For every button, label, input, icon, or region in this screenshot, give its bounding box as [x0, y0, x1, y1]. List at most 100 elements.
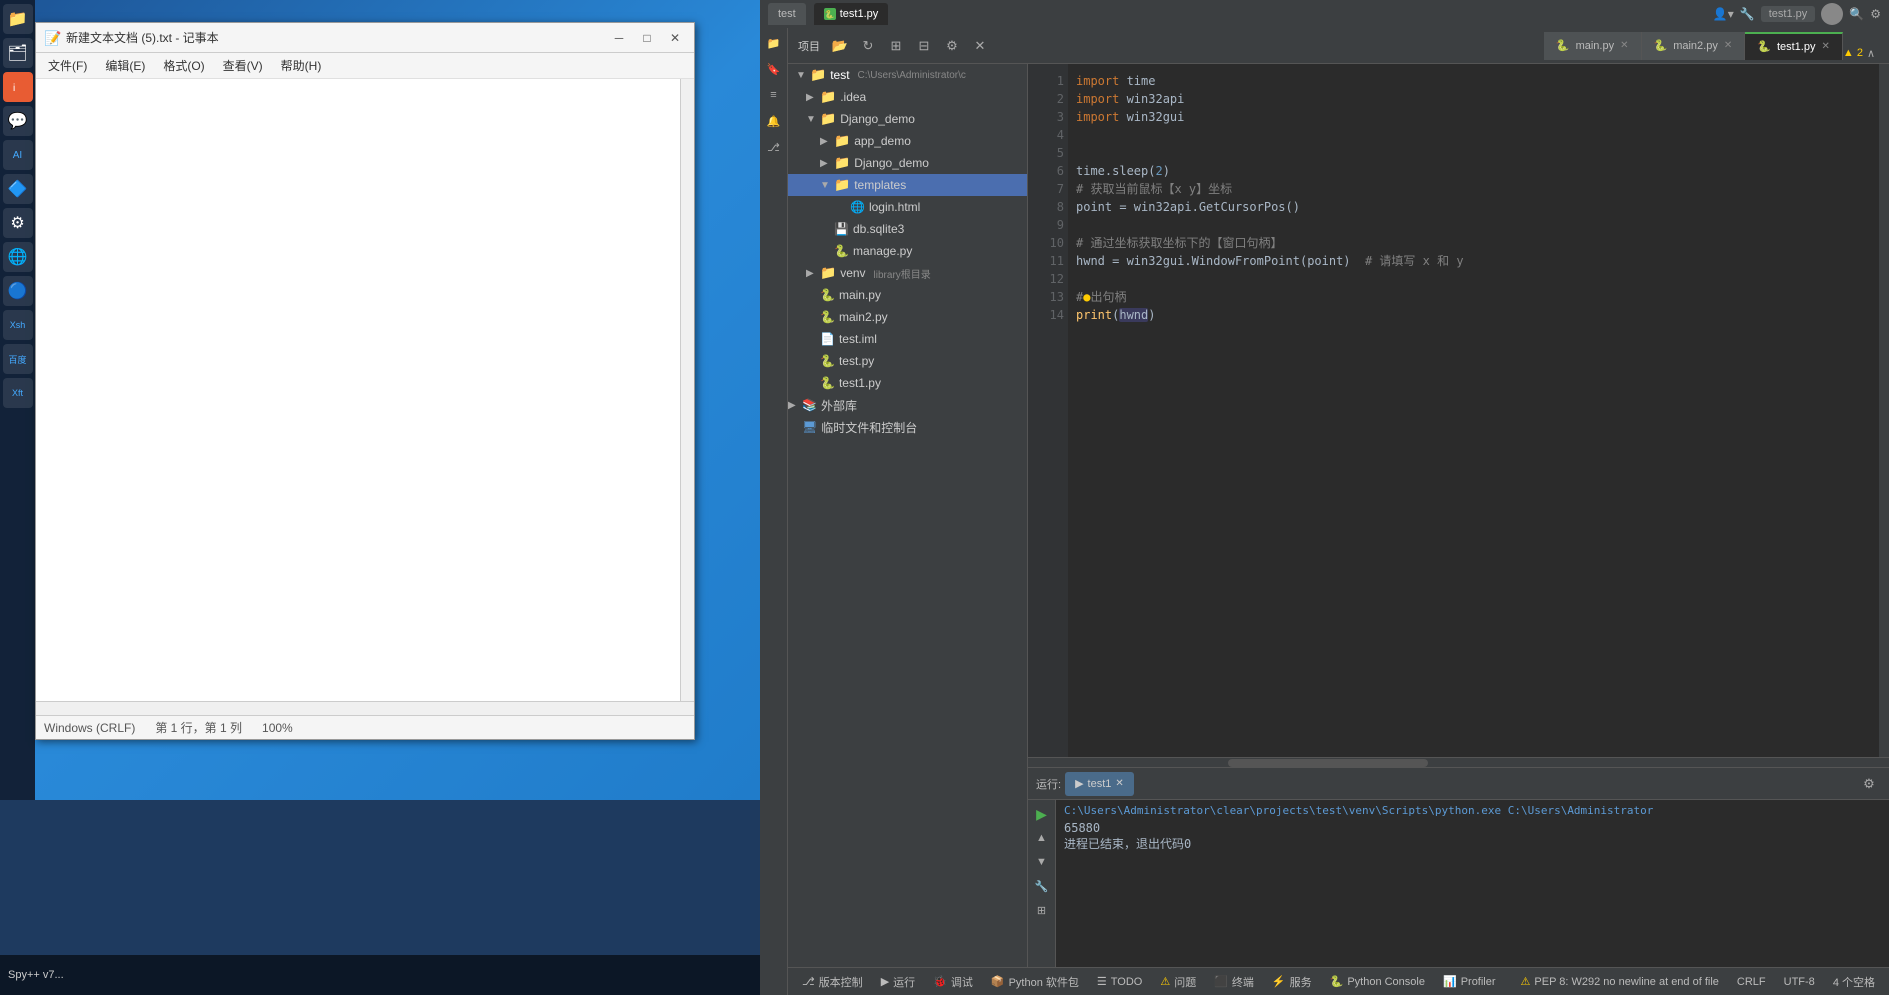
tree-item-test1-py[interactable]: 🐍 test1.py — [788, 372, 1027, 394]
toolbar-settings-btn[interactable]: ⚙ — [940, 34, 964, 58]
editor-tab-mainpy-label: main.py — [1576, 40, 1615, 52]
editor-tab-test1-py[interactable]: 🐍 test1.py ✕ — [1745, 32, 1843, 60]
notepad-content-area[interactable] — [36, 79, 694, 701]
notepad-minimize-button[interactable]: ─ — [608, 27, 630, 49]
line-num-13: 13 — [1032, 288, 1064, 306]
code-text-area[interactable]: import time import win32api import win32… — [1068, 64, 1879, 757]
appdemo-folder-icon: 📁 — [834, 133, 850, 149]
tree-item-django-sub[interactable]: ▶ 📁 Django_demo — [788, 152, 1027, 174]
left-bar-structure-btn[interactable]: ≡ — [763, 84, 785, 106]
run-tab-close[interactable]: ✕ — [1115, 778, 1123, 789]
toolbar-collapse-btn[interactable]: ⊟ — [912, 34, 936, 58]
tree-item-venv[interactable]: ▶ 📁 venv library根目录 — [788, 262, 1027, 284]
status-todo[interactable]: ☰ TODO — [1089, 971, 1150, 993]
status-debug[interactable]: 🐞 调试 — [925, 971, 981, 993]
tree-item-main2-py[interactable]: 🐍 main2.py — [788, 306, 1027, 328]
notepad-scrollbar-horizontal[interactable] — [36, 701, 694, 715]
editor-tab-main-py[interactable]: 🐍 main.py ✕ — [1544, 32, 1642, 60]
run-play-btn[interactable]: ▶ — [1032, 804, 1052, 824]
toolbar-folder-btn[interactable]: 📂 — [828, 34, 852, 58]
tree-item-idea[interactable]: ▶ 📁 .idea — [788, 86, 1027, 108]
notepad-edit-menu[interactable]: 编辑(E) — [97, 55, 153, 76]
tree-item-app-demo[interactable]: ▶ 📁 app_demo — [788, 130, 1027, 152]
status-problems[interactable]: ⚠ 问题 — [1152, 971, 1204, 993]
pycharm-title-tab-test1[interactable]: 🐍 test1.py — [814, 3, 889, 25]
tree-item-main-py[interactable]: 🐍 main.py — [788, 284, 1027, 306]
pycharm-settings-icon[interactable]: ⚙ — [1870, 7, 1881, 21]
status-services[interactable]: ⚡ 服务 — [1264, 971, 1320, 993]
root-path: C:\Users\Administrator\c — [858, 70, 966, 81]
left-bar-notification-btn[interactable]: 🔔 — [763, 110, 785, 132]
tree-item-temp-files[interactable]: 🖥 临时文件和控制台 — [788, 416, 1027, 438]
taskbar-icon-6[interactable]: ⚙ — [3, 208, 33, 238]
pycharm-search-glass-icon[interactable]: 🔍 — [1849, 7, 1864, 21]
pycharm-title-tab-test[interactable]: test — [768, 3, 806, 25]
taskbar-icon-7[interactable]: 🔵 — [3, 276, 33, 306]
code-content[interactable]: 1 2 3 4 5 6 7 8 9 10 11 12 13 — [1028, 64, 1889, 757]
notepad-view-menu[interactable]: 查看(V) — [215, 55, 271, 76]
taskbar-icon-1[interactable]: 📁 — [3, 4, 33, 34]
line-num-1: 1 — [1032, 72, 1064, 90]
status-line-ending[interactable]: CRLF — [1729, 971, 1774, 993]
notepad-file-menu[interactable]: 文件(F) — [40, 55, 95, 76]
tree-root[interactable]: ▼ 📁 test C:\Users\Administrator\c — [788, 64, 1027, 86]
code-scrollbar-horizontal[interactable] — [1028, 757, 1889, 767]
taskbar-icon-4[interactable]: 💬 — [3, 106, 33, 136]
notepad-close-button[interactable]: ✕ — [664, 27, 686, 49]
notepad-format-menu[interactable]: 格式(O) — [155, 55, 212, 76]
taskbar-icon-baidu[interactable]: 百度 — [3, 344, 33, 374]
left-bar-bookmark-btn[interactable]: 🔖 — [763, 58, 785, 80]
toolbar-close-btn[interactable]: ✕ — [968, 34, 992, 58]
status-python-console[interactable]: 🐍 Python Console — [1322, 971, 1433, 993]
pep8-warning-text: PEP 8: W292 no newline at end of file — [1534, 976, 1718, 988]
code-scrollbar-vertical[interactable] — [1879, 64, 1889, 757]
status-warning-text[interactable]: ⚠ PEP 8: W292 no newline at end of file — [1513, 971, 1727, 993]
status-version-control[interactable]: ⎇ 版本控制 — [794, 971, 871, 993]
tree-item-login-html[interactable]: 🌐 login.html — [788, 196, 1027, 218]
tree-item-django-demo[interactable]: ▼ 📁 Django_demo — [788, 108, 1027, 130]
run-filter-btn[interactable]: ⊞ — [1032, 900, 1052, 920]
taskbar-icon-2[interactable]: 🗂 — [3, 38, 33, 68]
run-down-btn[interactable]: ▼ — [1032, 852, 1052, 872]
status-profiler[interactable]: 📊 Profiler — [1435, 971, 1504, 993]
pycharm-search-icon[interactable]: 🔧 — [1740, 7, 1755, 21]
status-run[interactable]: ▶ 运行 — [873, 971, 923, 993]
notepad-help-menu[interactable]: 帮助(H) — [273, 55, 330, 76]
taskbar-icon-xft[interactable]: Xft — [3, 378, 33, 408]
editor-tab-main2-py[interactable]: 🐍 main2.py ✕ — [1642, 32, 1746, 60]
pycharm-user-icon[interactable]: 👤▾ — [1713, 7, 1734, 21]
tree-item-external-libs[interactable]: ▶ 📚 外部库 — [788, 394, 1027, 416]
taskbar-icon-3[interactable]: i — [3, 72, 33, 102]
status-encoding[interactable]: UTF-8 — [1776, 971, 1823, 993]
editor-tab-main2py-close[interactable]: ✕ — [1724, 40, 1732, 51]
tree-item-templates[interactable]: ▼ 📁 templates — [788, 174, 1027, 196]
tree-item-test-py[interactable]: 🐍 test.py — [788, 350, 1027, 372]
status-python-packages[interactable]: 📦 Python 软件包 — [983, 971, 1087, 993]
editor-tab-test1py-close[interactable]: ✕ — [1821, 41, 1829, 52]
db-icon: 💾 — [834, 222, 849, 236]
taskbar-icon-ai[interactable]: AI — [3, 140, 33, 170]
run-settings-btn[interactable]: ⚙ — [1857, 772, 1881, 796]
status-terminal[interactable]: ⬛ 终端 — [1206, 971, 1262, 993]
notepad-scrollbar-vertical[interactable] — [680, 79, 694, 701]
left-bar-project-btn[interactable]: 📁 — [763, 32, 785, 54]
taskbar-icon-browser[interactable]: 🌐 — [3, 242, 33, 272]
expand-icon[interactable]: ∧ — [1867, 47, 1875, 60]
status-indent[interactable]: 4 个空格 — [1825, 971, 1883, 993]
taskbar-icon-xsh[interactable]: Xsh — [3, 310, 33, 340]
run-wrench-btn[interactable]: 🔧 — [1032, 876, 1052, 896]
toolbar-project-label[interactable]: 项目 — [794, 34, 824, 58]
tree-item-test-iml[interactable]: 📄 test.iml — [788, 328, 1027, 350]
toolbar-expand-btn[interactable]: ⊞ — [884, 34, 908, 58]
run-up-btn[interactable]: ▲ — [1032, 828, 1052, 848]
editor-tab-mainpy-close[interactable]: ✕ — [1620, 40, 1628, 51]
left-bar-git-btn[interactable]: ⎇ — [763, 136, 785, 158]
main2py-name: main2.py — [839, 310, 888, 324]
notepad-maximize-button[interactable]: □ — [636, 27, 658, 49]
pycharm-branch-icon[interactable]: test1.py — [1761, 6, 1816, 22]
run-tab-test1[interactable]: ▶ test1 ✕ — [1065, 772, 1134, 796]
tree-item-manage-py[interactable]: 🐍 manage.py — [788, 240, 1027, 262]
toolbar-refresh-btn[interactable]: ↻ — [856, 34, 880, 58]
tree-item-db-sqlite3[interactable]: 💾 db.sqlite3 — [788, 218, 1027, 240]
taskbar-icon-5[interactable]: 🔷 — [3, 174, 33, 204]
